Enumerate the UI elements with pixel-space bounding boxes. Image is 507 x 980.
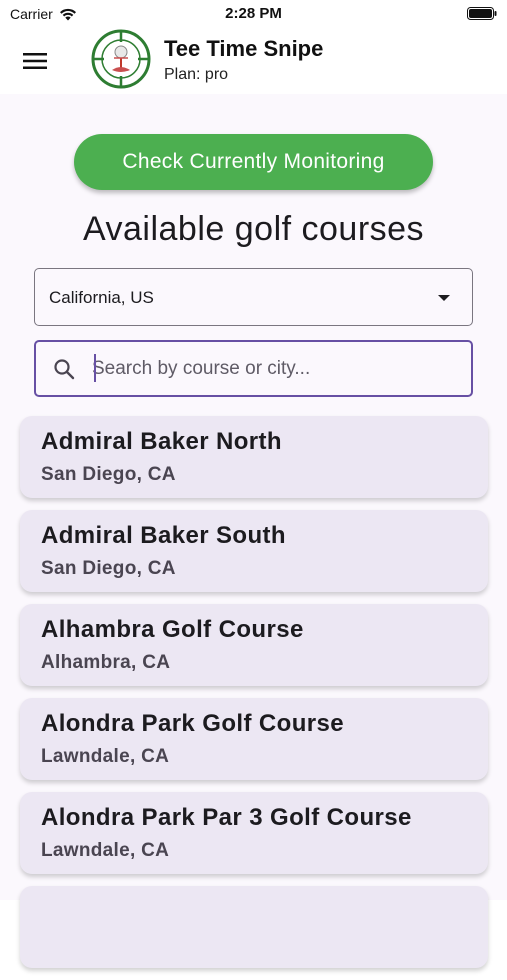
course-card[interactable]: Admiral Baker North San Diego, CA	[20, 416, 488, 498]
app-bar: Tee Time Snipe Plan: pro	[0, 28, 507, 94]
course-card[interactable]: Admiral Baker South San Diego, CA	[20, 510, 488, 592]
search-field[interactable]	[34, 340, 473, 397]
plan-label: Plan: pro	[164, 66, 229, 83]
menu-button[interactable]	[18, 46, 52, 76]
search-input[interactable]	[92, 354, 452, 384]
status-bar: Carrier 2:28 PM	[0, 0, 507, 28]
course-card-partial[interactable]	[20, 886, 488, 968]
clock: 2:28 PM	[225, 5, 282, 22]
course-city: San Diego, CA	[41, 558, 176, 579]
course-name: Admiral Baker South	[41, 522, 286, 549]
main-content: Check Currently Monitoring Available gol…	[0, 94, 507, 968]
check-monitoring-button[interactable]: Check Currently Monitoring	[74, 134, 433, 190]
course-card[interactable]: Alondra Park Par 3 Golf Course Lawndale,…	[20, 792, 488, 874]
course-city: Alhambra, CA	[41, 652, 171, 673]
course-card[interactable]: Alhambra Golf Course Alhambra, CA	[20, 604, 488, 686]
region-value: California, US	[49, 288, 154, 307]
course-name: Admiral Baker North	[41, 428, 282, 455]
region-dropdown[interactable]: California, US	[34, 268, 473, 326]
search-icon	[54, 359, 75, 380]
course-city: Lawndale, CA	[41, 746, 170, 767]
app-logo	[91, 29, 151, 89]
course-name: Alhambra Golf Course	[41, 616, 304, 643]
course-name: Alondra Park Par 3 Golf Course	[41, 804, 412, 831]
course-list: Admiral Baker North San Diego, CA Admira…	[20, 416, 488, 980]
course-card[interactable]: Alondra Park Golf Course Lawndale, CA	[20, 698, 488, 780]
text-caret	[94, 354, 96, 382]
battery-icon	[467, 7, 497, 20]
hamburger-menu-icon	[23, 53, 47, 69]
section-title: Available golf courses	[82, 210, 425, 248]
app-title: Tee Time Snipe	[164, 36, 324, 61]
course-name: Alondra Park Golf Course	[41, 710, 344, 737]
course-city: Lawndale, CA	[41, 840, 170, 861]
dropdown-arrow-icon	[438, 295, 450, 301]
course-city: San Diego, CA	[41, 464, 176, 485]
